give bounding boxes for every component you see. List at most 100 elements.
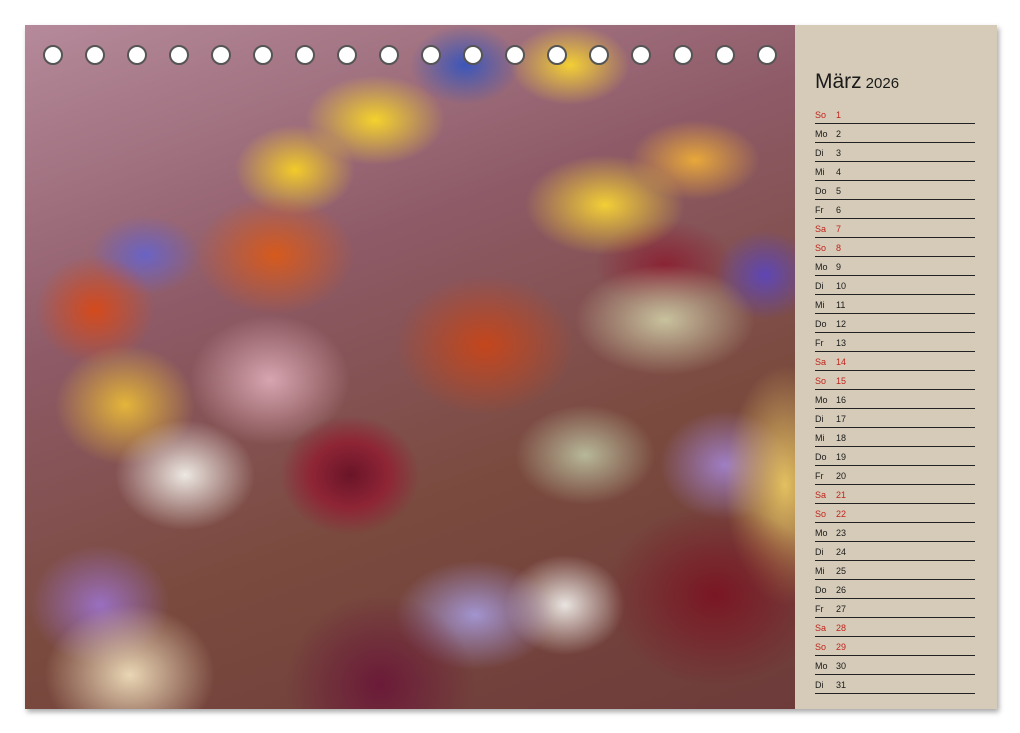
binding-ring [715, 45, 735, 65]
binding-ring [295, 45, 315, 65]
day-list: So1Mo2Di3Mi4Do5Fr6Sa7So8Mo9Di10Mi11Do12F… [815, 105, 975, 694]
binding-ring [169, 45, 189, 65]
day-number: 29 [836, 642, 846, 652]
day-number: 20 [836, 471, 846, 481]
day-number: 31 [836, 680, 846, 690]
weekday-label: Di [815, 281, 836, 291]
day-number: 25 [836, 566, 846, 576]
day-number: 30 [836, 661, 846, 671]
weekday-label: Mo [815, 528, 836, 538]
binding-ring [589, 45, 609, 65]
day-row: Di10 [815, 276, 975, 295]
day-number: 9 [836, 262, 841, 272]
weekday-label: So [815, 110, 836, 120]
day-row: Do5 [815, 181, 975, 200]
weekday-label: Mi [815, 566, 836, 576]
day-row: Mo23 [815, 523, 975, 542]
weekday-label: Fr [815, 471, 836, 481]
day-number: 15 [836, 376, 846, 386]
year-label: 2026 [866, 75, 899, 92]
day-number: 10 [836, 281, 846, 291]
binding-ring [211, 45, 231, 65]
day-row: So1 [815, 105, 975, 124]
day-number: 8 [836, 243, 841, 253]
day-number: 19 [836, 452, 846, 462]
weekday-label: Fr [815, 604, 836, 614]
weekday-label: So [815, 243, 836, 253]
day-row: Sa14 [815, 352, 975, 371]
binding-ring [85, 45, 105, 65]
day-number: 4 [836, 167, 841, 177]
weekday-label: Sa [815, 490, 836, 500]
day-row: So29 [815, 637, 975, 656]
weekday-label: Mo [815, 395, 836, 405]
weekday-label: Di [815, 547, 836, 557]
day-row: Di17 [815, 409, 975, 428]
day-number: 2 [836, 129, 841, 139]
month-panel: März2026 So1Mo2Di3Mi4Do5Fr6Sa7So8Mo9Di10… [795, 25, 997, 709]
day-row: Di24 [815, 542, 975, 561]
weekday-label: Mi [815, 433, 836, 443]
day-number: 1 [836, 110, 841, 120]
day-row: Fr13 [815, 333, 975, 352]
day-row: Di31 [815, 675, 975, 694]
weekday-label: Do [815, 585, 836, 595]
weekday-label: Mi [815, 167, 836, 177]
weekday-label: Sa [815, 357, 836, 367]
weekday-label: Mo [815, 129, 836, 139]
day-row: Mi18 [815, 428, 975, 447]
binding-ring [253, 45, 273, 65]
day-number: 16 [836, 395, 846, 405]
day-row: Mo9 [815, 257, 975, 276]
weekday-label: So [815, 642, 836, 652]
day-row: Mi11 [815, 295, 975, 314]
dried-flowers-photo [25, 25, 795, 709]
day-number: 6 [836, 205, 841, 215]
day-row: Fr27 [815, 599, 975, 618]
day-number: 27 [836, 604, 846, 614]
day-number: 22 [836, 509, 846, 519]
day-number: 23 [836, 528, 846, 538]
day-row: Fr20 [815, 466, 975, 485]
binding-ring [421, 45, 441, 65]
weekday-label: Do [815, 186, 836, 196]
day-number: 7 [836, 224, 841, 234]
binding-ring [379, 45, 399, 65]
day-row: Fr6 [815, 200, 975, 219]
weekday-label: Di [815, 148, 836, 158]
weekday-label: So [815, 376, 836, 386]
weekday-label: Fr [815, 205, 836, 215]
day-number: 17 [836, 414, 846, 424]
binding-ring [505, 45, 525, 65]
day-number: 5 [836, 186, 841, 196]
binding-ring [673, 45, 693, 65]
day-row: Do19 [815, 447, 975, 466]
calendar-page: März2026 So1Mo2Di3Mi4Do5Fr6Sa7So8Mo9Di10… [25, 25, 997, 709]
month-name: März [815, 70, 862, 93]
day-row: So15 [815, 371, 975, 390]
day-row: Mi4 [815, 162, 975, 181]
day-row: Sa7 [815, 219, 975, 238]
weekday-label: Do [815, 319, 836, 329]
day-number: 28 [836, 623, 846, 633]
binding-ring [547, 45, 567, 65]
day-row: So22 [815, 504, 975, 523]
binding-ring [631, 45, 651, 65]
day-row: So8 [815, 238, 975, 257]
weekday-label: So [815, 509, 836, 519]
day-row: Mo2 [815, 124, 975, 143]
day-number: 11 [836, 300, 845, 310]
day-number: 18 [836, 433, 846, 443]
day-row: Do26 [815, 580, 975, 599]
day-number: 12 [836, 319, 846, 329]
day-row: Di3 [815, 143, 975, 162]
binding-ring [127, 45, 147, 65]
binding-ring [43, 45, 63, 65]
binding-ring [757, 45, 777, 65]
day-row: Mo30 [815, 656, 975, 675]
weekday-label: Do [815, 452, 836, 462]
month-title: März2026 [815, 70, 899, 94]
weekday-label: Sa [815, 623, 836, 633]
day-row: Sa28 [815, 618, 975, 637]
day-row: Sa21 [815, 485, 975, 504]
